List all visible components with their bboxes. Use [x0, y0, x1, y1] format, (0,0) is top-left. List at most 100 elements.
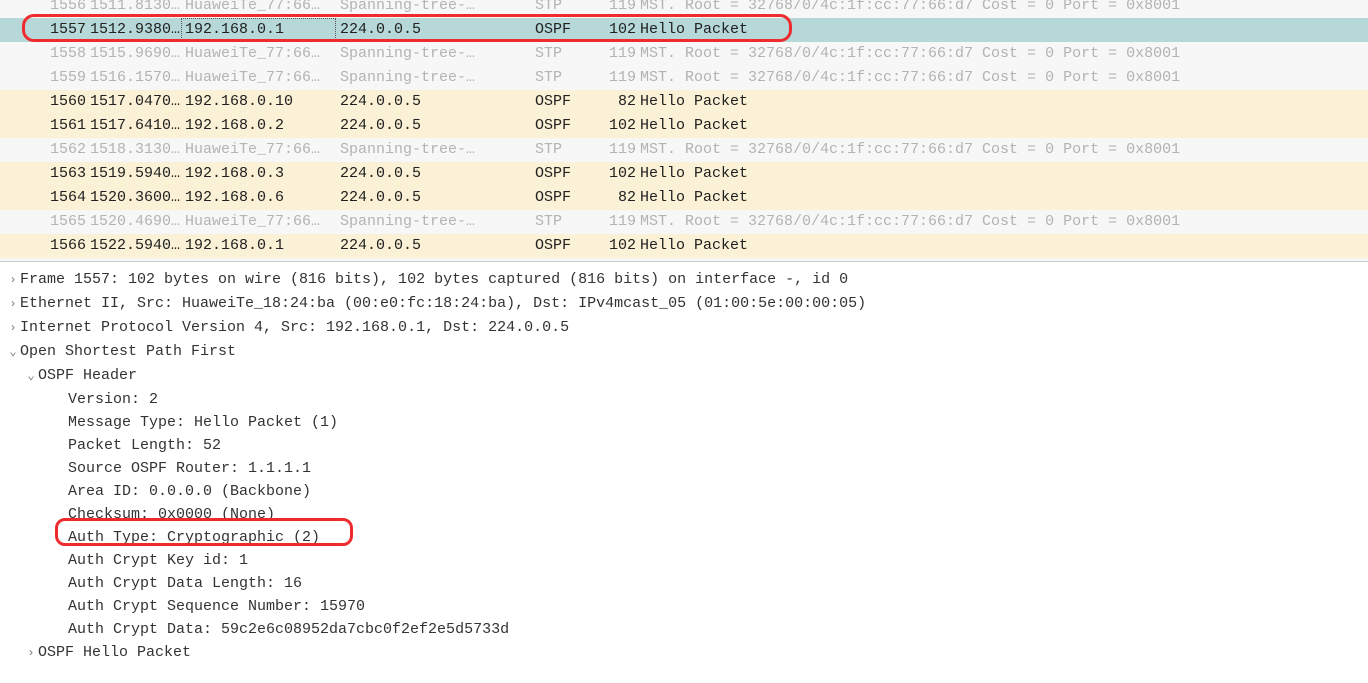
cell-no: 1560 — [36, 90, 86, 114]
detail-area: Area ID: 0.0.0.0 (Backbone) — [6, 480, 1362, 503]
cell-len: 119 — [596, 42, 636, 66]
cell-time: 1518.3130… — [86, 138, 181, 162]
cell-len: 102 — [596, 114, 636, 138]
packet-row[interactable]: 15601517.0470…192.168.0.10224.0.0.5OSPF8… — [0, 90, 1368, 114]
cell-no: 1562 — [36, 138, 86, 162]
detail-ethernet[interactable]: Ethernet II, Src: HuaweiTe_18:24:ba (00:… — [6, 292, 1362, 316]
cell-proto: STP — [531, 66, 596, 90]
cell-time: 1520.4690… — [86, 210, 181, 234]
packet-row[interactable]: 15561511.8130…HuaweiTe_77:66…Spanning-tr… — [0, 0, 1368, 18]
cell-no: 1561 — [36, 114, 86, 138]
cell-dst: 224.0.0.5 — [336, 114, 531, 138]
detail-frame[interactable]: Frame 1557: 102 bytes on wire (816 bits)… — [6, 268, 1362, 292]
cell-proto: OSPF — [531, 114, 596, 138]
cell-src: 192.168.0.10 — [181, 90, 336, 114]
cell-no: 1559 — [36, 66, 86, 90]
cell-len: 119 — [596, 210, 636, 234]
cell-time: 1511.8130… — [86, 0, 181, 18]
cell-time: 1519.5940… — [86, 162, 181, 186]
cell-info: Hello Packet — [636, 18, 1368, 42]
cell-src: HuaweiTe_77:66… — [181, 210, 336, 234]
cell-dst: 224.0.0.5 — [336, 90, 531, 114]
cell-info: Hello Packet — [636, 234, 1368, 258]
detail-data: Auth Crypt Data: 59c2e6c08952da7cbc0f2ef… — [6, 618, 1362, 641]
detail-plen: Packet Length: 52 — [6, 434, 1362, 457]
detail-cksum: Checksum: 0x0000 (None) — [6, 503, 1362, 526]
detail-srcr: Source OSPF Router: 1.1.1.1 — [6, 457, 1362, 480]
chevron-down-icon[interactable] — [24, 365, 38, 388]
cell-info: MST. Root = 32768/0/4c:1f:cc:77:66:d7 Co… — [636, 138, 1368, 162]
cell-proto: OSPF — [531, 186, 596, 210]
chevron-right-icon[interactable] — [24, 642, 38, 665]
cell-len: 102 — [596, 234, 636, 258]
cell-info: Hello Packet — [636, 162, 1368, 186]
cell-no: 1558 — [36, 42, 86, 66]
cell-no: 1564 — [36, 186, 86, 210]
cell-dst: 224.0.0.5 — [336, 186, 531, 210]
cell-src: HuaweiTe_77:66… — [181, 138, 336, 162]
cell-time: 1512.9380… — [86, 18, 181, 42]
detail-ospf-header[interactable]: OSPF Header — [6, 364, 1362, 388]
cell-info: MST. Root = 32768/0/4c:1f:cc:77:66:d7 Co… — [636, 66, 1368, 90]
cell-info: Hello Packet — [636, 114, 1368, 138]
packet-row[interactable]: 15621518.3130…HuaweiTe_77:66…Spanning-tr… — [0, 138, 1368, 162]
cell-src: HuaweiTe_77:66… — [181, 66, 336, 90]
cell-info: MST. Root = 32768/0/4c:1f:cc:77:66:d7 Co… — [636, 42, 1368, 66]
packet-row[interactable]: 15651520.4690…HuaweiTe_77:66…Spanning-tr… — [0, 210, 1368, 234]
packet-row[interactable]: 15611517.6410…192.168.0.2224.0.0.5OSPF10… — [0, 114, 1368, 138]
packet-row[interactable]: 15581515.9690…HuaweiTe_77:66…Spanning-tr… — [0, 42, 1368, 66]
cell-src: 192.168.0.6 — [181, 186, 336, 210]
cell-src: 192.168.0.3 — [181, 162, 336, 186]
cell-time: 1517.0470… — [86, 90, 181, 114]
packet-row[interactable]: 15661522.5940…192.168.0.1224.0.0.5OSPF10… — [0, 234, 1368, 258]
cell-len: 82 — [596, 186, 636, 210]
cell-proto: OSPF — [531, 18, 596, 42]
cell-proto: OSPF — [531, 162, 596, 186]
cell-proto: OSPF — [531, 90, 596, 114]
chevron-right-icon[interactable] — [6, 317, 20, 340]
cell-no: 1563 — [36, 162, 86, 186]
chevron-right-icon[interactable] — [6, 293, 20, 316]
cell-dst: Spanning-tree-… — [336, 66, 531, 90]
detail-ospf[interactable]: Open Shortest Path First — [6, 340, 1362, 364]
packet-list[interactable]: 15561511.8130…HuaweiTe_77:66…Spanning-tr… — [0, 0, 1368, 262]
cell-no: 1565 — [36, 210, 86, 234]
detail-version: Version: 2 — [6, 388, 1362, 411]
cell-src: 192.168.0.2 — [181, 114, 336, 138]
packet-row[interactable]: 15641520.3600…192.168.0.6224.0.0.5OSPF82… — [0, 186, 1368, 210]
cell-src: 192.168.0.1 — [181, 234, 336, 258]
detail-ip[interactable]: Internet Protocol Version 4, Src: 192.16… — [6, 316, 1362, 340]
packet-row[interactable]: 15591516.1570…HuaweiTe_77:66…Spanning-tr… — [0, 66, 1368, 90]
cell-dst: Spanning-tree-… — [336, 0, 531, 18]
cell-len: 82 — [596, 90, 636, 114]
cell-dst: 224.0.0.5 — [336, 18, 531, 42]
detail-authtype: Auth Type: Cryptographic (2) — [6, 526, 1362, 549]
cell-dst: Spanning-tree-… — [336, 42, 531, 66]
cell-len: 119 — [596, 66, 636, 90]
chevron-right-icon[interactable] — [6, 269, 20, 292]
chevron-down-icon[interactable] — [6, 341, 20, 364]
cell-time: 1517.6410… — [86, 114, 181, 138]
detail-dlen: Auth Crypt Data Length: 16 — [6, 572, 1362, 595]
cell-info: Hello Packet — [636, 186, 1368, 210]
cell-no: 1556 — [36, 0, 86, 18]
cell-time: 1516.1570… — [86, 66, 181, 90]
packet-details[interactable]: Frame 1557: 102 bytes on wire (816 bits)… — [0, 262, 1368, 683]
cell-time: 1515.9690… — [86, 42, 181, 66]
cell-dst: Spanning-tree-… — [336, 210, 531, 234]
packet-row[interactable]: 15631519.5940…192.168.0.3224.0.0.5OSPF10… — [0, 162, 1368, 186]
cell-len: 119 — [596, 0, 636, 18]
detail-ospf-hello[interactable]: OSPF Hello Packet — [6, 641, 1362, 665]
cell-len: 102 — [596, 162, 636, 186]
cell-len: 102 — [596, 18, 636, 42]
detail-msgtype: Message Type: Hello Packet (1) — [6, 411, 1362, 434]
cell-proto: STP — [531, 210, 596, 234]
cell-dst: Spanning-tree-… — [336, 138, 531, 162]
cell-proto: STP — [531, 138, 596, 162]
packet-row[interactable]: 15571512.9380…192.168.0.1224.0.0.5OSPF10… — [0, 18, 1368, 42]
cell-proto: STP — [531, 0, 596, 18]
cell-dst: 224.0.0.5 — [336, 234, 531, 258]
detail-seq: Auth Crypt Sequence Number: 15970 — [6, 595, 1362, 618]
cell-src: HuaweiTe_77:66… — [181, 42, 336, 66]
detail-keyid: Auth Crypt Key id: 1 — [6, 549, 1362, 572]
